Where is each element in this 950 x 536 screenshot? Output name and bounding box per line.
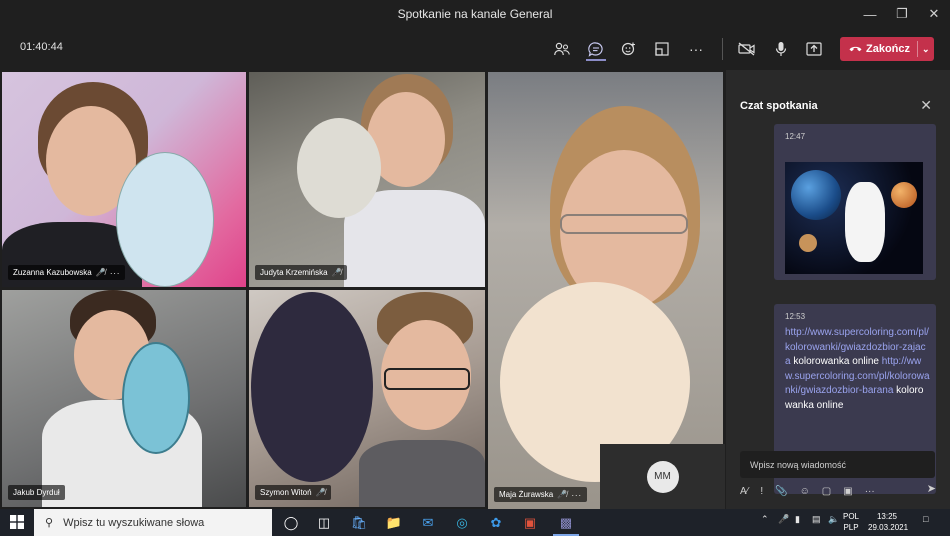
meeting-chat-panel: Czat spotkania ✕ 12:47 12:53 http://www.… [726,70,950,509]
chat-message-input[interactable]: Wpisz nową wiadomość [740,451,935,478]
gif-icon[interactable]: ▢ [822,486,831,497]
emoji-icon[interactable]: ☺ [800,486,810,497]
search-icon: ⚲ [45,517,54,529]
sticker-icon[interactable]: ▣ [843,486,852,497]
mic-off-icon: 🎤̸ [315,488,326,497]
share-screen-icon[interactable] [801,36,827,62]
chat-title: Czat spotkania [740,100,818,112]
camera-off-icon[interactable] [734,36,760,62]
cortana-icon[interactable]: ◯ [281,513,301,533]
tray-mic-icon[interactable]: 🎤 [778,514,789,525]
more-icon[interactable]: ··· [865,486,875,497]
participant-name-tag: Jakub Dyrduł [8,485,65,500]
tray-network-icon[interactable]: ▤ [812,514,821,525]
video-tile[interactable]: Zuzanna Kazubowska 🎤̸ ··· [2,72,246,287]
meeting-timer: 01:40:44 [20,41,63,53]
teams-icon[interactable]: ▩ [556,513,576,533]
self-video-tile[interactable]: MM [600,444,725,509]
participant-name: Szymon Witoń [260,488,312,497]
maximize-icon[interactable]: ❐ [886,0,918,28]
participants-icon[interactable] [549,36,575,62]
participant-name-tag: Zuzanna Kazubowska 🎤̸ ··· [8,265,126,280]
chevron-down-icon[interactable]: ⌄ [922,44,930,55]
meeting-toolbar: 01:40:44 ··· Zakończ ⌄ [0,28,950,70]
participant-name: Judyta Krzemińska [260,268,328,277]
taskbar-clock[interactable]: 13:25 29.03.2021 [868,511,909,533]
share-tray-icon[interactable] [649,36,675,62]
tray-power-icon[interactable]: ▮ [795,514,800,525]
clock-date: 29.03.2021 [868,523,909,532]
message-time: 12:47 [785,132,806,141]
mic-off-icon: 🎤̸ [95,268,106,277]
participant-name-tag: Szymon Witoń 🎤̸ [255,485,331,500]
mic-icon[interactable] [768,36,794,62]
task-view-icon[interactable]: ◫ [314,513,334,533]
tray-chevron-icon[interactable]: ⌃ [761,514,769,525]
video-tile[interactable]: Szymon Witoń 🎤̸ [249,290,485,507]
end-call-button[interactable]: Zakończ ⌄ [840,37,934,61]
close-window-icon[interactable]: ✕ [918,0,950,28]
message-time: 12:53 [785,312,806,321]
mic-off-icon: 🎤̸ [331,268,342,277]
avatar: MM [646,460,679,493]
video-tile[interactable]: Judyta Krzemińska 🎤̸ [249,72,485,287]
attach-icon[interactable]: 📎 [775,486,787,497]
mail-icon[interactable]: ✉ [418,513,438,533]
participant-name-tag: Judyta Krzemińska 🎤̸ [255,265,347,280]
video-tile[interactable]: Jakub Dyrduł [2,290,246,507]
message-text: kolorowanka online [790,356,879,367]
tray-volume-icon[interactable]: 🔈 [828,514,839,525]
participant-name: Maja Żurawska [499,490,554,499]
reactions-icon[interactable] [616,36,642,62]
close-icon[interactable]: ✕ [920,97,932,114]
minimize-icon[interactable]: — [854,0,886,28]
send-icon[interactable]: ➤ [927,482,936,495]
browser-icon[interactable]: ✿ [486,513,506,533]
more-options-icon[interactable]: ··· [110,268,121,278]
chat-message: 12:47 [774,124,936,280]
language-indicator[interactable]: POL PLP [843,511,859,533]
windows-start-icon[interactable] [10,515,24,529]
chat-active-indicator [586,59,606,61]
participant-name-tag: Maja Żurawska 🎤̸ ··· [494,487,587,502]
space-image[interactable] [785,162,923,274]
phone-hangup-icon [849,43,862,55]
format-icon[interactable]: A⁄ [740,486,748,497]
search-placeholder: Wpisz tu wyszukiwane słowa [63,516,205,529]
windows-taskbar: ⚲ Wpisz tu wyszukiwane słowa ◯ ◫ 🛍 📁 ✉ ◎… [0,509,950,536]
store-icon[interactable]: 🛍 [349,513,369,533]
more-icon[interactable]: ··· [683,36,709,62]
file-explorer-icon[interactable]: 📁 [384,513,404,533]
important-icon[interactable]: ! [760,486,763,497]
office-icon[interactable]: ▣ [520,513,540,533]
notifications-icon[interactable]: □ [923,514,928,524]
message-body: http://www.supercoloring.com/pl/kolorowa… [785,326,930,413]
window-title: Spotkanie na kanale General [397,7,553,21]
participant-name: Jakub Dyrduł [13,488,60,497]
chat-compose-toolbar: A⁄ ! 📎 ☺ ▢ ▣ ··· [740,482,940,500]
mic-off-icon: 🎤̸ [557,490,568,499]
participant-name: Zuzanna Kazubowska [13,268,92,277]
title-bar: Spotkanie na kanale General — ❐ ✕ [0,0,950,28]
end-call-label: Zakończ [866,43,911,55]
more-options-icon[interactable]: ··· [571,490,582,500]
clock-time: 13:25 [876,512,898,521]
edge-icon[interactable]: ◎ [452,513,472,533]
taskbar-search[interactable]: ⚲ Wpisz tu wyszukiwane słowa [34,509,272,536]
toolbar-divider [722,38,723,60]
